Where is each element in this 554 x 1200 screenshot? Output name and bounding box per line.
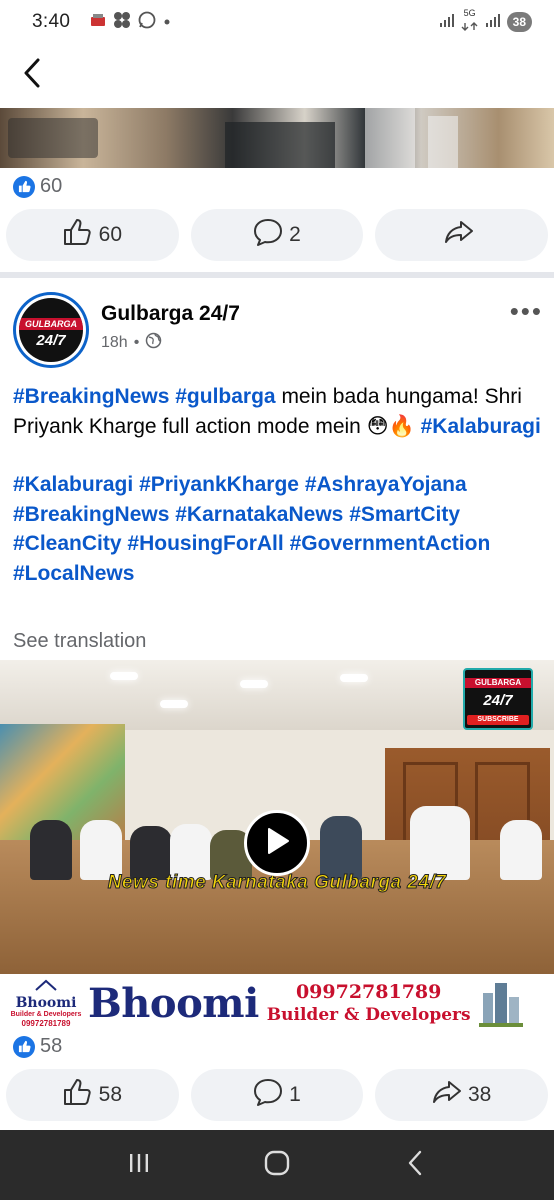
thumbs-up-icon xyxy=(63,1078,93,1112)
post-video[interactable]: GULBARGA 24/7 SUBSCRIBE News time Karnat… xyxy=(0,660,554,974)
system-back-button[interactable] xyxy=(390,1145,440,1185)
comment-button[interactable]: 2 xyxy=(190,209,364,261)
comment-icon xyxy=(253,1078,283,1112)
page-name[interactable]: Gulbarga 24/7 xyxy=(101,302,240,326)
status-time: 3:40 xyxy=(32,11,71,32)
hashtag-link[interactable]: #Kalaburagi xyxy=(421,415,541,438)
more-options-button[interactable]: ••• xyxy=(510,298,543,324)
network-type-icon: 5G xyxy=(461,7,479,36)
battery-indicator: 38 xyxy=(506,12,532,32)
previous-post-actions: 60 2 xyxy=(6,209,549,261)
thumbs-up-icon xyxy=(63,218,93,252)
hashtag-link[interactable]: #LocalNews xyxy=(13,562,134,585)
share-arrow-icon xyxy=(432,1079,462,1111)
chevron-left-icon xyxy=(22,57,42,94)
reaction-count: 60 xyxy=(40,175,63,197)
recent-apps-button[interactable] xyxy=(114,1145,164,1185)
post-hashtags: #Kalaburagi #PriyankKharge #AshrayaYojan… xyxy=(13,470,541,588)
hashtag-link[interactable]: #gulbarga xyxy=(175,385,275,408)
ad-banner[interactable]: Bhoomi Builder & Developers 09972781789 … xyxy=(0,975,554,1031)
comment-button[interactable]: 1 xyxy=(190,1069,364,1121)
hashtag-link[interactable]: #BreakingNews xyxy=(13,503,169,526)
back-button[interactable] xyxy=(22,55,52,95)
comment-count: 1 xyxy=(289,1083,301,1106)
post-reactions[interactable]: 58 xyxy=(13,1035,62,1058)
ad-tagline: Builder & Developers xyxy=(266,1005,471,1025)
comment-count: 2 xyxy=(289,223,301,246)
signal-icon-2 xyxy=(485,12,501,33)
ad-phone: 09972781789 xyxy=(295,981,442,1003)
top-nav xyxy=(0,44,554,106)
gulbarga-logo: GULBARGA 24/7 xyxy=(19,298,83,362)
home-button[interactable] xyxy=(252,1145,302,1185)
like-count: 60 xyxy=(98,223,123,246)
house-icon xyxy=(34,978,58,996)
post-meta: 18h • xyxy=(101,332,162,354)
hashtag-link[interactable]: #CleanCity xyxy=(13,532,122,555)
dot-icon xyxy=(163,13,171,31)
meta-dot: • xyxy=(133,334,140,351)
previous-post-reactions[interactable]: 60 xyxy=(13,175,62,198)
share-button[interactable] xyxy=(375,209,549,261)
ad-small-sub: Builder & Developers xyxy=(10,1011,82,1018)
like-reaction-icon xyxy=(13,1035,35,1058)
post-header: GULBARGA 24/7 Gulbarga 24/7 18h • ••• xyxy=(13,290,543,368)
play-button[interactable] xyxy=(244,810,310,876)
post-actions: 58 1 38 xyxy=(6,1069,549,1121)
logo-band-text: GULBARGA xyxy=(465,678,531,688)
hashtag-link[interactable]: #KarnatakaNews xyxy=(175,503,343,526)
system-nav-bar xyxy=(0,1130,554,1200)
hashtag-link[interactable]: #SmartCity xyxy=(349,503,460,526)
ad-small-name: Bhoomi xyxy=(15,995,77,1011)
fire-emoji: 🔥 xyxy=(388,414,415,438)
play-icon xyxy=(263,826,291,861)
post-text: #BreakingNews #gulbarga mein bada hungam… xyxy=(13,382,541,588)
notification-icons xyxy=(90,11,171,34)
like-button[interactable]: 60 xyxy=(6,209,179,261)
channel-logo: GULBARGA 24/7 SUBSCRIBE xyxy=(463,668,533,730)
status-bar: 3:40 5G 38 xyxy=(0,0,554,44)
home-icon xyxy=(264,1150,290,1181)
like-reaction-icon xyxy=(13,175,35,198)
flushed-face-emoji: 😳 xyxy=(366,414,389,438)
previous-post-image[interactable] xyxy=(0,108,554,168)
signal-icon xyxy=(439,12,455,33)
hashtag-link[interactable]: #HousingForAll xyxy=(127,532,283,555)
whatsapp-icon xyxy=(138,11,156,34)
back-arrow-icon xyxy=(407,1150,423,1181)
ad-small-logo: Bhoomi Builder & Developers 09972781789 xyxy=(0,978,82,1028)
post-separator xyxy=(0,272,554,278)
recent-apps-icon xyxy=(127,1152,151,1179)
like-count: 58 xyxy=(98,1083,123,1106)
ad-big-name: Bhoomi xyxy=(88,979,259,1027)
reaction-count: 58 xyxy=(40,1035,63,1057)
avatar-number-text: 24/7 xyxy=(36,332,66,349)
ad-small-phone: 09972781789 xyxy=(21,1019,71,1028)
hashtag-link[interactable]: #AshrayaYojana xyxy=(305,473,467,496)
ad-contact: 09972781789 Builder & Developers xyxy=(267,980,471,1026)
comment-icon xyxy=(253,218,283,252)
status-right: 5G 38 xyxy=(439,7,532,36)
post-caption: #BreakingNews #gulbarga mein bada hungam… xyxy=(13,382,541,441)
post-time[interactable]: 18h xyxy=(101,334,128,352)
hashtag-link[interactable]: #Kalaburagi xyxy=(13,473,133,496)
hashtag-link[interactable]: #GovernmentAction xyxy=(290,532,491,555)
network-label: 5G xyxy=(463,7,476,18)
hashtag-link[interactable]: #PriyankKharge xyxy=(139,473,299,496)
logo-number-text: 24/7 xyxy=(483,692,513,709)
indian-news-app-icon xyxy=(90,13,106,32)
like-button[interactable]: 58 xyxy=(6,1069,179,1121)
share-button[interactable]: 38 xyxy=(375,1069,549,1121)
building-icon xyxy=(478,979,523,1027)
see-translation-link[interactable]: See translation xyxy=(13,630,146,653)
share-arrow-icon xyxy=(444,219,474,251)
globe-icon xyxy=(145,332,162,354)
hashtag-link[interactable]: #BreakingNews xyxy=(13,385,169,408)
more-dots-icon: ••• xyxy=(509,296,543,326)
pinwheel-icon xyxy=(113,11,131,34)
avatar-band-text: GULBARGA xyxy=(19,318,83,330)
share-count: 38 xyxy=(468,1083,492,1106)
page-avatar[interactable]: GULBARGA 24/7 xyxy=(13,292,89,368)
logo-subscribe-text: SUBSCRIBE xyxy=(467,715,529,725)
